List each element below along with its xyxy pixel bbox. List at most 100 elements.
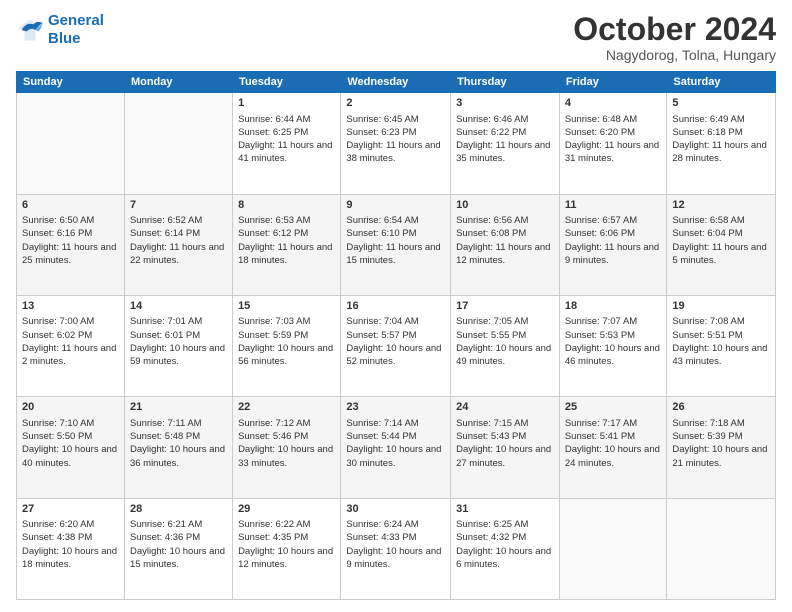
calendar-cell: 25 Sunrise: 7:17 AM Sunset: 5:41 PM Dayli… [559,397,667,498]
calendar-cell: 2 Sunrise: 6:45 AM Sunset: 6:23 PM Daylig… [341,93,451,194]
day-info: Sunrise: 7:18 AM Sunset: 5:39 PM Dayligh… [672,417,770,470]
day-info: Sunrise: 6:44 AM Sunset: 6:25 PM Dayligh… [238,113,335,166]
day-info: Sunrise: 7:14 AM Sunset: 5:44 PM Dayligh… [346,417,445,470]
calendar-cell: 10Sunrise: 6:56 AM Sunset: 6:08 PM Dayli… [451,194,560,295]
day-number: 20 [22,400,119,415]
calendar-cell: 9Sunrise: 6:54 AM Sunset: 6:10 PM Daylig… [341,194,451,295]
weekday-header: Tuesday [233,72,341,93]
day-info: Sunrise: 7:15 AM Sunset: 5:43 PM Dayligh… [456,417,554,470]
weekday-header: Thursday [451,72,560,93]
calendar-cell: 22 Sunrise: 7:12 AM Sunset: 5:46 PM Dayli… [233,397,341,498]
calendar-cell: 6Sunrise: 6:50 AM Sunset: 6:16 PM Daylig… [17,194,125,295]
calendar-week-row: 6Sunrise: 6:50 AM Sunset: 6:16 PM Daylig… [17,194,776,295]
day-number: 29 [238,502,335,517]
calendar-cell [559,498,667,599]
logo-icon [16,16,44,44]
calendar-cell: 31Sunrise: 6:25 AM Sunset: 4:32 PM Dayli… [451,498,560,599]
calendar-cell: 23 Sunrise: 7:14 AM Sunset: 5:44 PM Dayli… [341,397,451,498]
calendar-cell: 5Sunrise: 6:49 AM Sunset: 6:18 PM Daylig… [667,93,776,194]
calendar-cell: 17Sunrise: 7:05 AM Sunset: 5:55 PM Dayli… [451,295,560,396]
calendar-cell: 4 Sunrise: 6:48 AM Sunset: 6:20 PM Daylig… [559,93,667,194]
day-number: 22 [238,400,335,415]
day-number: 27 [22,502,119,517]
calendar-cell: 29Sunrise: 6:22 AM Sunset: 4:35 PM Dayli… [233,498,341,599]
day-info: Sunrise: 6:58 AM Sunset: 6:04 PM Dayligh… [672,214,770,267]
day-number: 28 [130,502,227,517]
calendar-cell: 26 Sunrise: 7:18 AM Sunset: 5:39 PM Dayli… [667,397,776,498]
day-number: 25 [565,400,662,415]
calendar-cell: 18Sunrise: 7:07 AM Sunset: 5:53 PM Dayli… [559,295,667,396]
day-info: Sunrise: 6:50 AM Sunset: 6:16 PM Dayligh… [22,214,119,267]
calendar-cell: 13Sunrise: 7:00 AM Sunset: 6:02 PM Dayli… [17,295,125,396]
month-title: October 2024 [573,12,776,47]
day-info: Sunrise: 6:57 AM Sunset: 6:06 PM Dayligh… [565,214,662,267]
calendar-cell: 21 Sunrise: 7:11 AM Sunset: 5:48 PM Dayli… [124,397,232,498]
calendar-cell: 30Sunrise: 6:24 AM Sunset: 4:33 PM Dayli… [341,498,451,599]
calendar-cell: 16Sunrise: 7:04 AM Sunset: 5:57 PM Dayli… [341,295,451,396]
day-number: 16 [346,299,445,314]
day-info: Sunrise: 6:52 AM Sunset: 6:14 PM Dayligh… [130,214,227,267]
day-info: Sunrise: 7:04 AM Sunset: 5:57 PM Dayligh… [346,315,445,368]
day-number: 19 [672,299,770,314]
day-info: Sunrise: 7:01 AM Sunset: 6:01 PM Dayligh… [130,315,227,368]
day-number: 8 [238,198,335,213]
weekday-header: Saturday [667,72,776,93]
day-info: Sunrise: 7:17 AM Sunset: 5:41 PM Dayligh… [565,417,662,470]
calendar-cell: 19Sunrise: 7:08 AM Sunset: 5:51 PM Dayli… [667,295,776,396]
day-number: 18 [565,299,662,314]
calendar-cell [124,93,232,194]
day-info: Sunrise: 6:54 AM Sunset: 6:10 PM Dayligh… [346,214,445,267]
calendar-cell: 24Sunrise: 7:15 AM Sunset: 5:43 PM Dayli… [451,397,560,498]
logo: General Blue [16,12,104,48]
weekday-header-row: SundayMondayTuesdayWednesdayThursdayFrid… [17,72,776,93]
day-number: 26 [672,400,770,415]
title-block: October 2024 Nagydorog, Tolna, Hungary [573,12,776,63]
weekday-header: Sunday [17,72,125,93]
calendar-cell: 11Sunrise: 6:57 AM Sunset: 6:06 PM Dayli… [559,194,667,295]
day-info: Sunrise: 6:24 AM Sunset: 4:33 PM Dayligh… [346,518,445,571]
day-info: Sunrise: 6:46 AM Sunset: 6:22 PM Dayligh… [456,113,554,166]
calendar-cell: 20Sunrise: 7:10 AM Sunset: 5:50 PM Dayli… [17,397,125,498]
day-info: Sunrise: 7:00 AM Sunset: 6:02 PM Dayligh… [22,315,119,368]
day-info: Sunrise: 7:08 AM Sunset: 5:51 PM Dayligh… [672,315,770,368]
day-number: 2 [346,96,445,111]
calendar-table: SundayMondayTuesdayWednesdayThursdayFrid… [16,71,776,600]
day-info: Sunrise: 6:25 AM Sunset: 4:32 PM Dayligh… [456,518,554,571]
day-info: Sunrise: 7:11 AM Sunset: 5:48 PM Dayligh… [130,417,227,470]
calendar-week-row: 27Sunrise: 6:20 AM Sunset: 4:38 PM Dayli… [17,498,776,599]
day-number: 21 [130,400,227,415]
calendar-week-row: 13Sunrise: 7:00 AM Sunset: 6:02 PM Dayli… [17,295,776,396]
calendar-cell: 8Sunrise: 6:53 AM Sunset: 6:12 PM Daylig… [233,194,341,295]
day-number: 23 [346,400,445,415]
day-info: Sunrise: 7:07 AM Sunset: 5:53 PM Dayligh… [565,315,662,368]
header: General Blue October 2024 Nagydorog, Tol… [16,12,776,63]
day-number: 12 [672,198,770,213]
weekday-header: Wednesday [341,72,451,93]
day-number: 1 [238,96,335,111]
day-number: 14 [130,299,227,314]
day-number: 13 [22,299,119,314]
day-number: 10 [456,198,554,213]
day-info: Sunrise: 6:53 AM Sunset: 6:12 PM Dayligh… [238,214,335,267]
day-info: Sunrise: 7:12 AM Sunset: 5:46 PM Dayligh… [238,417,335,470]
day-info: Sunrise: 6:56 AM Sunset: 6:08 PM Dayligh… [456,214,554,267]
day-number: 4 [565,96,662,111]
calendar-cell: 12Sunrise: 6:58 AM Sunset: 6:04 PM Dayli… [667,194,776,295]
day-info: Sunrise: 6:49 AM Sunset: 6:18 PM Dayligh… [672,113,770,166]
day-info: Sunrise: 7:05 AM Sunset: 5:55 PM Dayligh… [456,315,554,368]
calendar-week-row: 20Sunrise: 7:10 AM Sunset: 5:50 PM Dayli… [17,397,776,498]
calendar-cell: 27Sunrise: 6:20 AM Sunset: 4:38 PM Dayli… [17,498,125,599]
day-info: Sunrise: 6:45 AM Sunset: 6:23 PM Dayligh… [346,113,445,166]
day-info: Sunrise: 7:03 AM Sunset: 5:59 PM Dayligh… [238,315,335,368]
weekday-header: Monday [124,72,232,93]
calendar-cell [667,498,776,599]
weekday-header: Friday [559,72,667,93]
calendar-cell [17,93,125,194]
page: General Blue October 2024 Nagydorog, Tol… [0,0,792,612]
calendar-cell: 7Sunrise: 6:52 AM Sunset: 6:14 PM Daylig… [124,194,232,295]
day-info: Sunrise: 6:20 AM Sunset: 4:38 PM Dayligh… [22,518,119,571]
day-info: Sunrise: 6:48 AM Sunset: 6:20 PM Dayligh… [565,113,662,166]
day-number: 7 [130,198,227,213]
day-number: 30 [346,502,445,517]
day-number: 17 [456,299,554,314]
